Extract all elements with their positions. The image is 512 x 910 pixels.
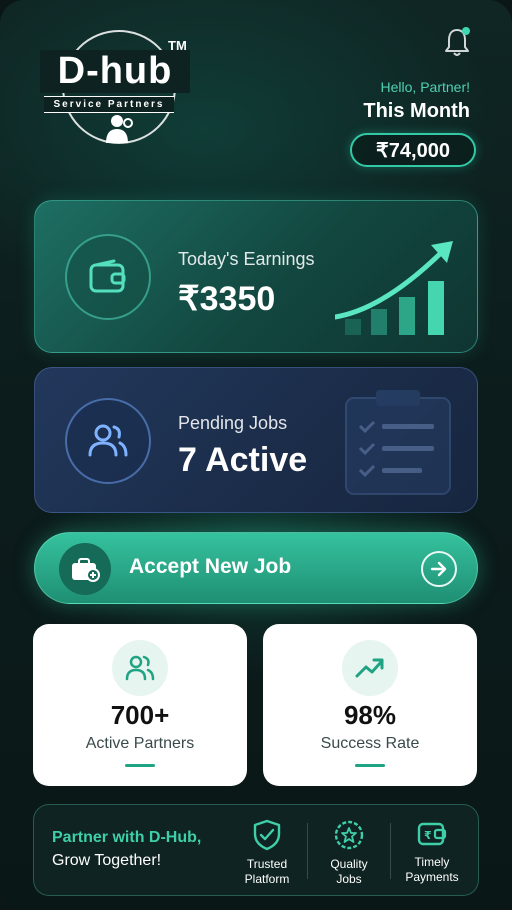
earnings-icon-circle [65, 234, 151, 320]
growth-chart-illustration [335, 241, 453, 335]
feature-label: Payments [405, 870, 459, 884]
svg-text:₹: ₹ [424, 829, 432, 842]
pending-jobs-card[interactable]: Pending Jobs 7 Active [34, 367, 478, 513]
stat-label: Active Partners [85, 735, 195, 752]
stat-card-success-rate: 98% Success Rate [263, 624, 477, 786]
stat-value: 700+ [110, 700, 170, 730]
accept-new-job-button[interactable]: Accept New Job [34, 532, 478, 604]
stat-underline [355, 764, 385, 767]
feature-trusted-platform: Trusted Platform [227, 819, 307, 887]
accept-new-job-label: Accept New Job [129, 555, 292, 578]
arrow-right-icon [421, 551, 457, 587]
monthly-earnings-badge: ₹74,000 [350, 133, 476, 167]
users-icon [88, 424, 128, 457]
divider [390, 823, 391, 879]
feature-label: Timely [414, 855, 450, 869]
feature-label: Quality [330, 857, 368, 871]
footer-subtitle: Grow Together! [52, 852, 162, 869]
briefcase-plus-icon [59, 543, 111, 595]
clipboard-illustration [345, 390, 451, 495]
feature-label: Jobs [336, 872, 362, 886]
footer-title: Partner with D-Hub, [52, 829, 202, 846]
users-icon [112, 640, 168, 696]
jobs-icon-circle [65, 398, 151, 484]
feature-timely-payments: ₹ Timely Payments [392, 819, 472, 885]
stat-card-active-partners: 700+ Active Partners [33, 624, 247, 786]
wallet-icon [89, 259, 126, 293]
brand-tagline: Service Partners [44, 96, 174, 113]
star-badge-icon [334, 820, 364, 850]
greeting-text: Hello, Partner! [380, 79, 470, 95]
shield-check-icon [253, 819, 281, 851]
brand-logo: D-hub TM Service Partners [40, 30, 190, 145]
brand-name: D-hub [40, 50, 190, 93]
earnings-value: ₹3350 [178, 280, 276, 318]
technician-icon [106, 115, 133, 143]
stat-value: 98% [343, 700, 397, 730]
feature-quality-jobs: Quality Jobs [309, 819, 389, 887]
rupee-wallet-icon: ₹ [417, 822, 447, 846]
feature-label: Trusted [246, 857, 288, 871]
trend-up-icon [342, 640, 398, 696]
period-label: This Month [363, 100, 470, 122]
earnings-label: Today's Earnings [178, 249, 315, 269]
feature-label: Platform [244, 872, 290, 886]
divider [307, 823, 308, 879]
trademark-mark: TM [168, 38, 187, 53]
partner-footer-banner: Partner with D-Hub, Grow Together! Trust… [33, 804, 479, 896]
pending-jobs-label: Pending Jobs [178, 413, 288, 433]
stat-label: Success Rate [320, 735, 420, 752]
pending-jobs-value: 7 Active [178, 441, 308, 479]
app-screen: D-hub TM Service Partners Hello, Partner… [0, 0, 512, 910]
earnings-card[interactable]: Today's Earnings ₹3350 [34, 200, 478, 353]
notification-bell-icon[interactable] [442, 26, 472, 58]
stat-underline [125, 764, 155, 767]
